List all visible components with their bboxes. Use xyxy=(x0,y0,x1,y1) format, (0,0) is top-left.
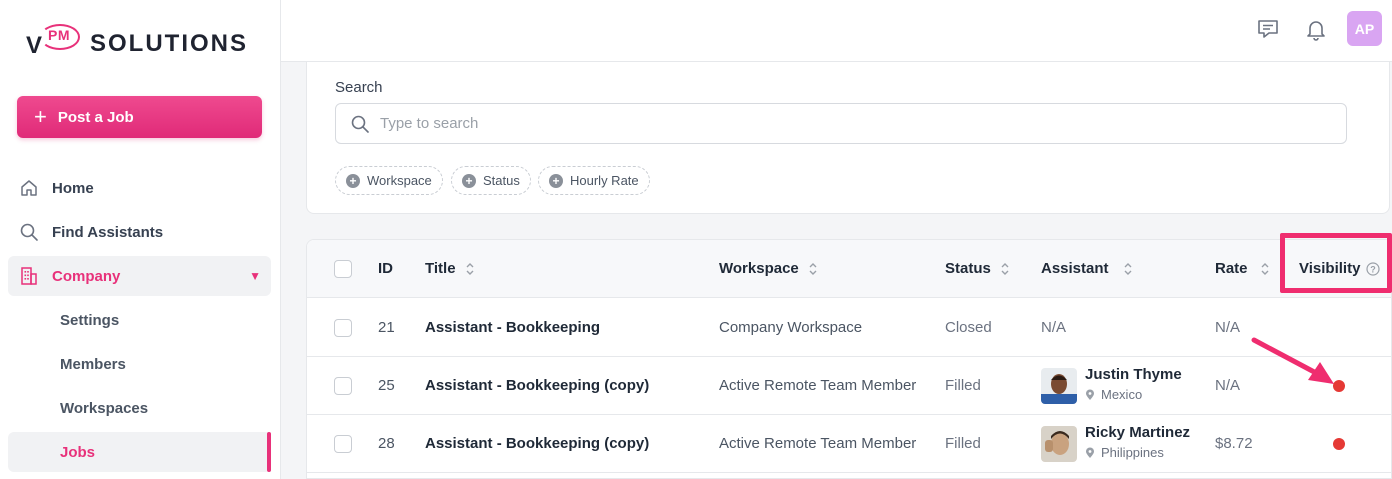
sidebar-item-workspaces[interactable]: Workspaces xyxy=(8,388,271,428)
search-label: Search xyxy=(335,79,383,96)
cell-rate: N/A xyxy=(1215,319,1241,336)
column-header-title[interactable]: Title xyxy=(425,260,475,277)
sort-icon[interactable] xyxy=(1123,262,1133,276)
brand-logo[interactable]: V PM SOLUTIONS xyxy=(26,24,248,64)
row-checkbox[interactable] xyxy=(334,435,352,453)
jobs-table: ID Title Workspace Status Assistant Rate… xyxy=(306,239,1392,479)
sort-icon[interactable] xyxy=(1260,262,1270,276)
post-job-label: Post a Job xyxy=(57,108,134,126)
chat-icon[interactable] xyxy=(1255,16,1281,42)
column-header-assistant[interactable]: Assistant xyxy=(1041,260,1133,277)
plus-circle-icon: + xyxy=(462,173,476,188)
sidebar-item-label: Jobs xyxy=(60,443,96,461)
sidebar: V PM SOLUTIONS + Post a Job Home Find As… xyxy=(0,0,281,479)
top-bar: AP xyxy=(281,0,1392,62)
plus-icon: + xyxy=(34,104,47,129)
table-row[interactable]: 25 Assistant - Bookkeeping (copy) Active… xyxy=(307,357,1391,415)
sort-icon[interactable] xyxy=(1000,262,1010,276)
assistant-avatar[interactable] xyxy=(1041,426,1077,462)
location-pin-icon xyxy=(1085,447,1095,459)
column-header-workspace[interactable]: Workspace xyxy=(719,260,818,277)
cell-title[interactable]: Assistant - Bookkeeping (copy) xyxy=(425,435,649,452)
assistant-name[interactable]: Justin Thyme xyxy=(1085,366,1182,383)
nav-item-find-assistants[interactable]: Find Assistants xyxy=(8,212,271,252)
cell-id: 25 xyxy=(378,377,395,394)
sidebar-item-label: Workspaces xyxy=(60,399,149,417)
sidebar-item-label: Members xyxy=(60,355,126,373)
nav-item-label: Home xyxy=(52,179,94,197)
location-pin-icon xyxy=(1085,389,1095,401)
column-header-id: ID xyxy=(378,260,393,277)
filter-chip-status[interactable]: + Status xyxy=(451,166,531,195)
nav-item-company[interactable]: Company ▼ xyxy=(8,256,271,296)
bell-icon[interactable] xyxy=(1303,16,1329,42)
table-row[interactable]: 28 Assistant - Bookkeeping (copy) Active… xyxy=(307,415,1391,473)
table-header: ID Title Workspace Status Assistant Rate… xyxy=(307,240,1391,298)
visibility-status-dot[interactable] xyxy=(1333,438,1345,450)
row-checkbox[interactable] xyxy=(334,319,352,337)
cell-workspace: Company Workspace xyxy=(719,319,863,336)
chevron-down-icon[interactable]: ▼ xyxy=(249,269,261,283)
logo-text: SOLUTIONS xyxy=(90,30,249,57)
filter-chip-hourly-rate[interactable]: + Hourly Rate xyxy=(538,166,650,195)
cell-id: 28 xyxy=(378,435,395,452)
nav-item-label: Find Assistants xyxy=(52,223,164,241)
logo-mark: V PM xyxy=(26,24,84,64)
sidebar-item-members[interactable]: Members xyxy=(8,344,271,384)
sidebar-item-settings[interactable]: Settings xyxy=(8,300,271,340)
filter-chip-label: Workspace xyxy=(367,173,432,188)
cell-assistant: N/A xyxy=(1041,319,1067,336)
assistant-location: Mexico xyxy=(1085,387,1142,402)
cell-rate: $8.72 xyxy=(1215,435,1253,452)
nav-item-label: Company xyxy=(52,267,121,285)
filter-chip-label: Status xyxy=(483,173,520,188)
sort-icon[interactable] xyxy=(465,262,475,276)
search-icon xyxy=(350,114,370,134)
filter-chip-label: Hourly Rate xyxy=(570,173,639,188)
building-icon xyxy=(18,265,40,287)
post-job-button[interactable]: + Post a Job xyxy=(17,96,262,138)
cell-title[interactable]: Assistant - Bookkeeping xyxy=(425,319,600,336)
column-header-rate[interactable]: Rate xyxy=(1215,260,1270,277)
annotation-arrow-icon xyxy=(1251,337,1334,384)
search-input[interactable] xyxy=(380,115,1280,132)
search-icon xyxy=(18,221,40,243)
home-icon xyxy=(18,177,40,199)
cell-id: 21 xyxy=(378,319,395,336)
column-header-status[interactable]: Status xyxy=(945,260,1010,277)
plus-circle-icon: + xyxy=(549,173,563,188)
filter-chip-workspace[interactable]: + Workspace xyxy=(335,166,443,195)
sidebar-item-jobs[interactable]: Jobs xyxy=(8,432,271,472)
nav-item-home[interactable]: Home xyxy=(8,168,271,208)
visibility-highlight-box xyxy=(1280,233,1392,293)
assistant-avatar[interactable] xyxy=(1041,368,1077,404)
assistant-name[interactable]: Ricky Martinez xyxy=(1085,424,1190,441)
table-row[interactable]: 21 Assistant - Bookkeeping Company Works… xyxy=(307,299,1391,357)
cell-status: Closed xyxy=(945,319,992,336)
cell-status: Filled xyxy=(945,435,981,452)
cell-status: Filled xyxy=(945,377,981,394)
search-panel: Search + Workspace + Status + Hourly Rat… xyxy=(306,62,1390,214)
cell-rate: N/A xyxy=(1215,377,1241,394)
cell-workspace: Active Remote Team Member xyxy=(719,435,917,452)
sort-icon[interactable] xyxy=(808,262,818,276)
row-checkbox[interactable] xyxy=(334,377,352,395)
assistant-location: Philippines xyxy=(1085,445,1164,460)
search-field[interactable] xyxy=(335,103,1347,144)
cell-title[interactable]: Assistant - Bookkeeping (copy) xyxy=(425,377,649,394)
cell-workspace: Active Remote Team Member xyxy=(719,377,917,394)
logo-pm: PM xyxy=(48,27,70,43)
sidebar-item-label: Settings xyxy=(60,311,120,329)
select-all-checkbox[interactable] xyxy=(334,260,352,278)
plus-circle-icon: + xyxy=(346,173,360,188)
user-avatar[interactable]: AP xyxy=(1347,11,1382,46)
